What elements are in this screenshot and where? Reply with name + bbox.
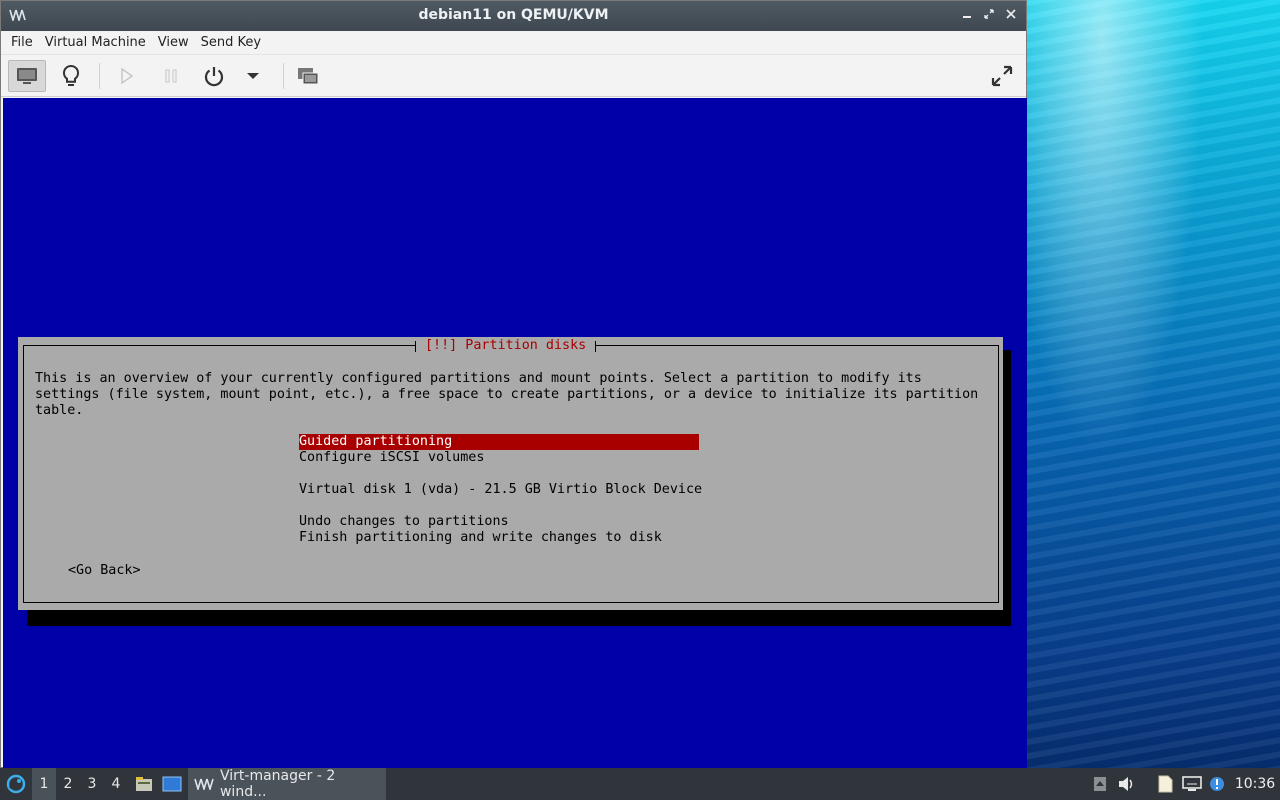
shutdown-button[interactable] <box>195 60 233 92</box>
chevron-up-icon <box>1094 777 1106 791</box>
fullscreen-icon <box>991 65 1013 87</box>
monitor-icon <box>17 68 37 84</box>
menu-view[interactable]: View <box>152 31 195 55</box>
power-icon <box>204 67 224 87</box>
go-back-button[interactable]: <Go Back> <box>68 563 141 579</box>
workspace-1[interactable]: 1 <box>32 768 56 800</box>
clipboard-button[interactable] <box>1154 768 1176 800</box>
menu-bar: File Virtual Machine View Send Key <box>1 31 1026 55</box>
desktop-wallpaper <box>1026 0 1280 768</box>
lxqt-logo-icon <box>6 774 26 794</box>
chevron-down-icon <box>247 73 259 79</box>
option-finish-partitioning[interactable]: Finish partitioning and write changes to… <box>299 530 662 546</box>
restore-icon[interactable] <box>980 7 998 25</box>
virt-manager-app-icon <box>194 778 214 790</box>
dialog-description-line: table. <box>35 403 84 418</box>
toolbar <box>1 55 1026 97</box>
partition-dialog: [!!] Partition disks This is an overview… <box>18 337 1003 610</box>
taskbar: 1 2 3 4 Virt-manager - 2 wind... 10:36 <box>0 768 1280 800</box>
taskbar-task-virt-manager[interactable]: Virt-manager - 2 wind... <box>188 768 386 800</box>
window-title: debian11 on QEMU/KVM <box>418 7 609 23</box>
details-view-button[interactable] <box>52 60 90 92</box>
clipboard-icon <box>1158 775 1173 793</box>
show-desktop-button[interactable] <box>160 768 184 800</box>
task-label: Virt-manager - 2 wind... <box>219 768 336 800</box>
option-undo-changes[interactable]: Undo changes to partitions <box>299 514 509 530</box>
run-button[interactable] <box>108 60 146 92</box>
workspace-2[interactable]: 2 <box>56 768 80 800</box>
dialog-title: [!!] Partition disks <box>415 337 597 355</box>
console-view-button[interactable] <box>8 60 46 92</box>
tray-arrow-button[interactable] <box>1090 768 1110 800</box>
pause-button[interactable] <box>152 60 190 92</box>
notification-icon <box>1210 777 1224 791</box>
file-manager-launcher[interactable] <box>132 768 156 800</box>
menu-virtual-machine[interactable]: Virtual Machine <box>39 31 152 55</box>
dialog-description-line: settings (file system, mount point, etc.… <box>35 387 979 402</box>
shutdown-menu-button[interactable] <box>235 60 271 92</box>
vm-window: debian11 on QEMU/KVM File Virtual Machin… <box>0 0 1027 768</box>
desktop-icon <box>162 776 182 792</box>
menu-file[interactable]: File <box>5 31 39 55</box>
fullscreen-button[interactable] <box>983 60 1021 92</box>
snapshots-icon <box>298 68 319 85</box>
pause-icon <box>165 69 177 83</box>
menu-send-key[interactable]: Send Key <box>195 31 267 55</box>
toolbar-separator <box>283 63 284 89</box>
workspace-4[interactable]: 4 <box>104 768 128 800</box>
network-icon <box>1182 776 1202 791</box>
updates-button[interactable] <box>1206 768 1228 800</box>
title-bar[interactable]: debian11 on QEMU/KVM <box>1 1 1026 31</box>
option-configure-iscsi[interactable]: Configure iSCSI volumes <box>299 450 484 466</box>
clock[interactable]: 10:36 <box>1232 768 1278 800</box>
option-guided-partitioning[interactable]: Guided partitioning <box>299 434 699 450</box>
minimize-icon[interactable] <box>958 7 976 25</box>
lightbulb-icon <box>62 64 80 86</box>
workspace-3[interactable]: 3 <box>80 768 104 800</box>
play-icon <box>121 68 134 84</box>
dialog-description-line: This is an overview of your currently co… <box>35 371 922 386</box>
start-menu-button[interactable] <box>2 768 30 800</box>
volume-button[interactable] <box>1116 768 1138 800</box>
speaker-icon <box>1119 777 1133 791</box>
toolbar-separator <box>99 63 100 89</box>
option-virtual-disk[interactable]: Virtual disk 1 (vda) - 21.5 GB Virtio Bl… <box>299 482 702 498</box>
folder-icon <box>136 777 152 791</box>
network-button[interactable] <box>1180 768 1204 800</box>
close-icon[interactable] <box>1002 7 1020 25</box>
snapshots-button[interactable] <box>289 60 327 92</box>
